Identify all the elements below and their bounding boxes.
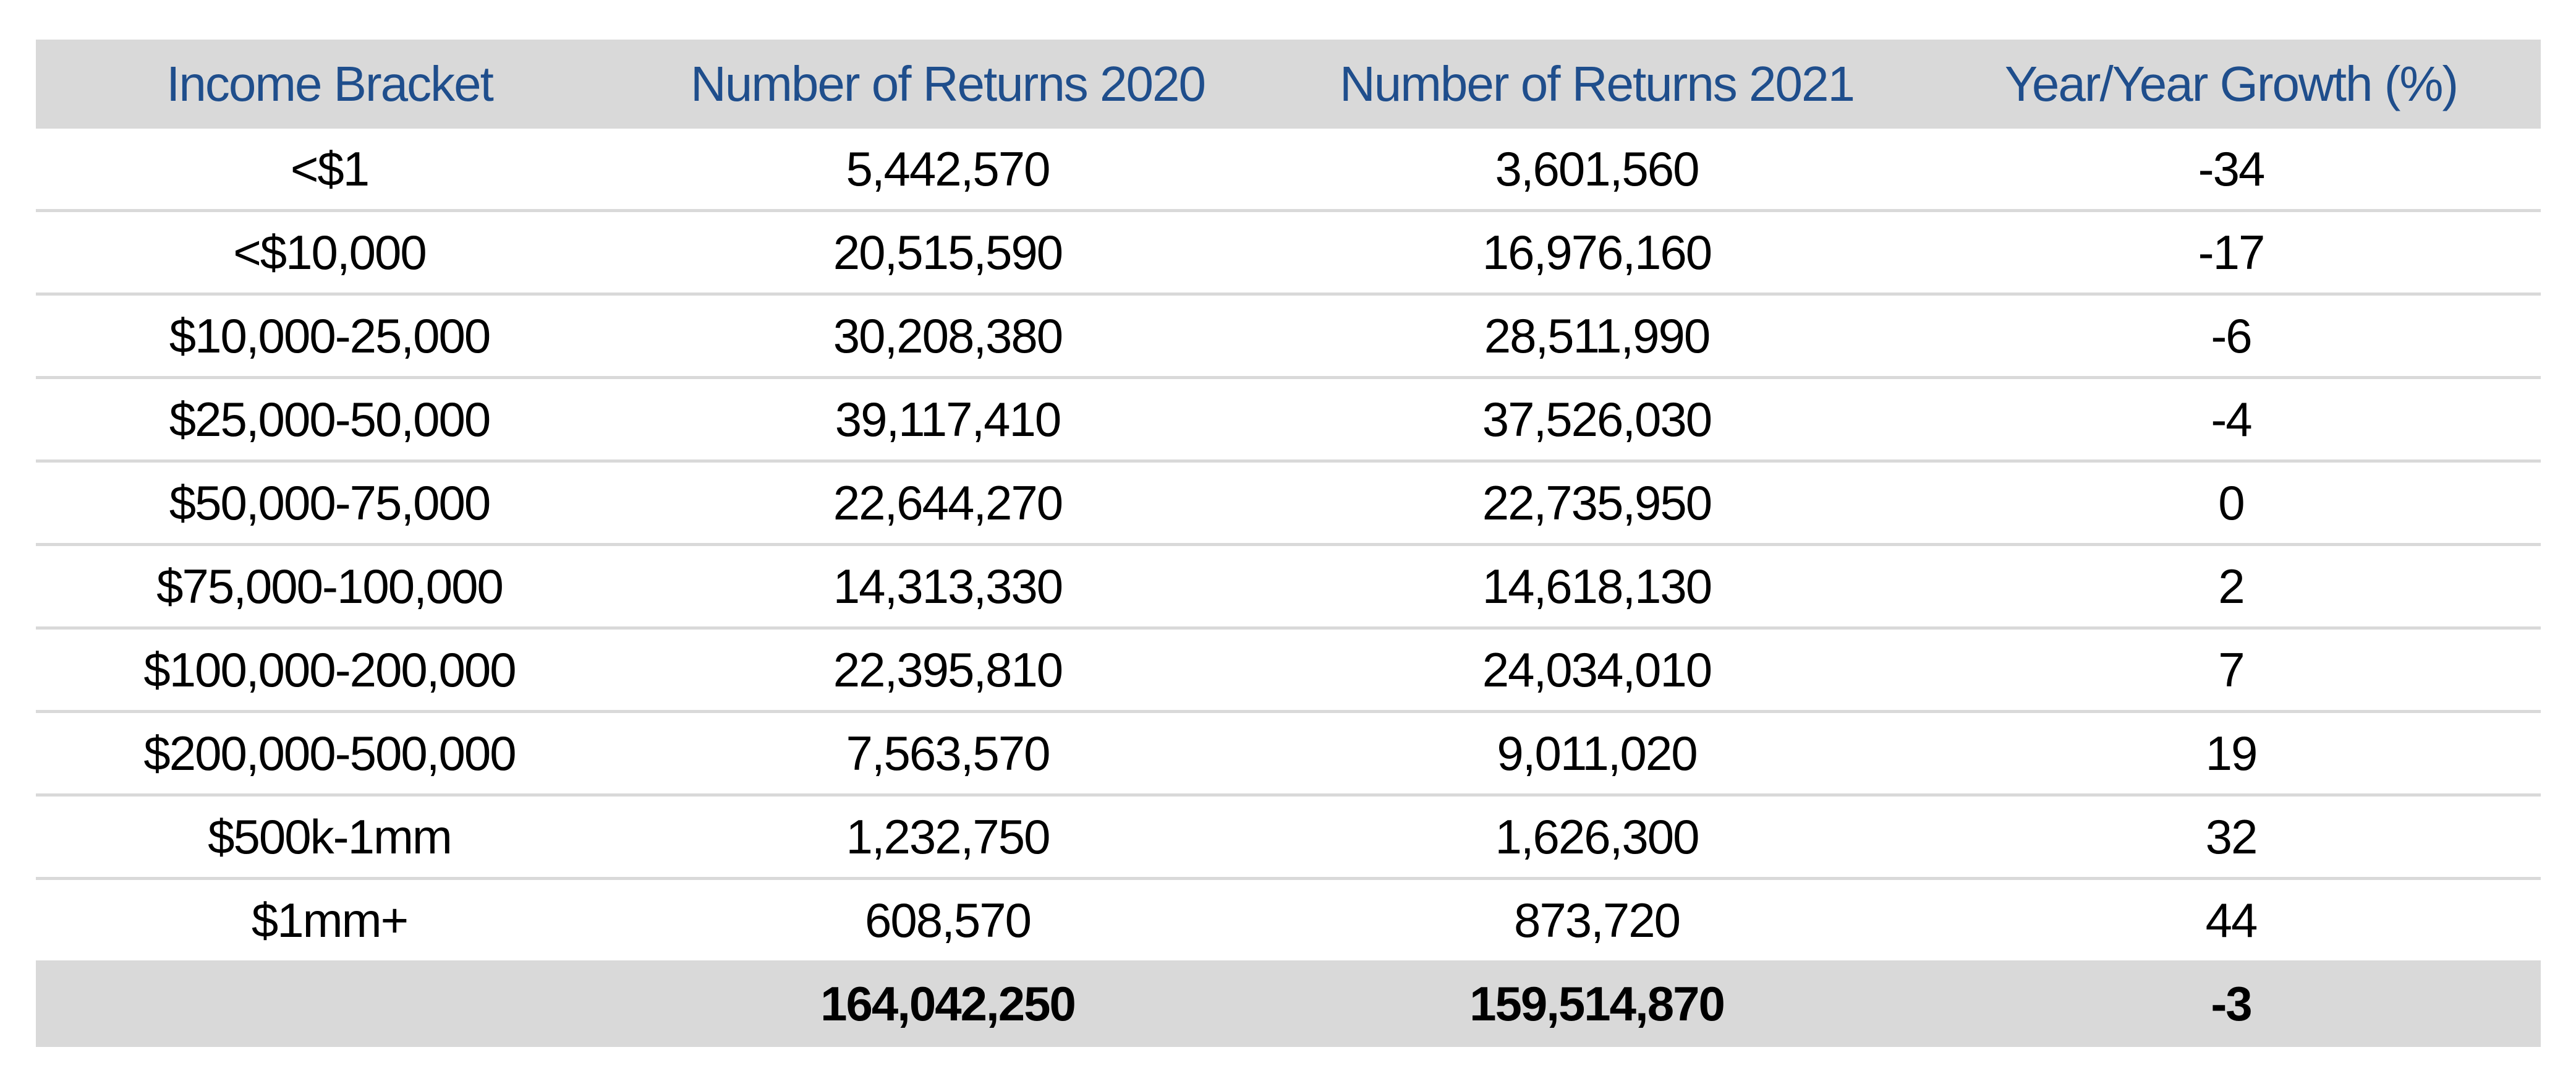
cell-returns-2020: 30,208,380 bbox=[833, 308, 1063, 363]
cell-yoy-growth: -34 bbox=[2198, 141, 2266, 196]
table-total-row: 164,042,250 159,514,870 -3 bbox=[36, 960, 2541, 1047]
cell-yoy-growth: 2 bbox=[2218, 558, 2245, 613]
table-header-row: Income Bracket Number of Returns 2020 Nu… bbox=[36, 40, 2541, 129]
header-returns-2020: Number of Returns 2020 bbox=[690, 56, 1206, 111]
table-row: $100,000-200,000 22,395,810 24,034,010 7 bbox=[36, 630, 2541, 713]
cell-returns-2020: 20,515,590 bbox=[833, 224, 1063, 280]
income-bracket-table: Income Bracket Number of Returns 2020 Nu… bbox=[36, 40, 2541, 1047]
table-row: $1mm+ 608,570 873,720 44 bbox=[36, 880, 2541, 960]
table-row: $500k-1mm 1,232,750 1,626,300 32 bbox=[36, 797, 2541, 880]
cell-income-bracket: $500k-1mm bbox=[208, 809, 453, 864]
cell-yoy-growth: 19 bbox=[2205, 725, 2258, 780]
cell-yoy-growth: 0 bbox=[2218, 475, 2245, 530]
cell-income-bracket: $10,000-25,000 bbox=[169, 308, 491, 363]
table-row: $25,000-50,000 39,117,410 37,526,030 -4 bbox=[36, 379, 2541, 463]
cell-returns-2021: 1,626,300 bbox=[1495, 809, 1699, 864]
cell-yoy-growth: -6 bbox=[2211, 308, 2252, 363]
total-yoy-growth: -3 bbox=[2211, 976, 2252, 1031]
cell-income-bracket: $25,000-50,000 bbox=[169, 391, 491, 446]
cell-returns-2021: 873,720 bbox=[1514, 892, 1681, 947]
cell-returns-2020: 14,313,330 bbox=[833, 558, 1063, 613]
table-row: <$1 5,442,570 3,601,560 -34 bbox=[36, 129, 2541, 212]
cell-income-bracket: <$10,000 bbox=[233, 224, 427, 280]
cell-returns-2021: 14,618,130 bbox=[1482, 558, 1712, 613]
cell-yoy-growth: 44 bbox=[2205, 892, 2258, 947]
cell-returns-2020: 1,232,750 bbox=[846, 809, 1050, 864]
cell-returns-2020: 22,395,810 bbox=[833, 642, 1063, 697]
cell-returns-2021: 3,601,560 bbox=[1495, 141, 1699, 196]
cell-returns-2020: 22,644,270 bbox=[833, 475, 1063, 530]
cell-returns-2021: 9,011,020 bbox=[1497, 725, 1698, 780]
total-returns-2021: 159,514,870 bbox=[1469, 976, 1725, 1031]
cell-returns-2021: 28,511,990 bbox=[1484, 308, 1711, 363]
header-yoy-growth: Year/Year Growth (%) bbox=[2004, 56, 2459, 111]
cell-income-bracket: $200,000-500,000 bbox=[143, 725, 516, 780]
header-income-bracket: Income Bracket bbox=[166, 56, 494, 111]
cell-income-bracket: <$1 bbox=[290, 141, 370, 196]
cell-returns-2021: 16,976,160 bbox=[1482, 224, 1712, 280]
table-row: <$10,000 20,515,590 16,976,160 -17 bbox=[36, 212, 2541, 296]
table-row: $50,000-75,000 22,644,270 22,735,950 0 bbox=[36, 463, 2541, 546]
cell-yoy-growth: -4 bbox=[2211, 391, 2252, 446]
cell-yoy-growth: 7 bbox=[2218, 642, 2245, 697]
total-returns-2020: 164,042,250 bbox=[820, 976, 1076, 1031]
cell-returns-2020: 608,570 bbox=[865, 892, 1032, 947]
cell-yoy-growth: -17 bbox=[2198, 224, 2266, 280]
table-row: $200,000-500,000 7,563,570 9,011,020 19 bbox=[36, 713, 2541, 797]
cell-income-bracket: $1mm+ bbox=[251, 892, 409, 947]
cell-income-bracket: $50,000-75,000 bbox=[169, 475, 491, 530]
cell-income-bracket: $100,000-200,000 bbox=[143, 642, 516, 697]
cell-income-bracket: $75,000-100,000 bbox=[156, 558, 504, 613]
header-returns-2021: Number of Returns 2021 bbox=[1339, 56, 1855, 111]
table-row: $75,000-100,000 14,313,330 14,618,130 2 bbox=[36, 546, 2541, 630]
cell-returns-2021: 22,735,950 bbox=[1482, 475, 1712, 530]
cell-yoy-growth: 32 bbox=[2205, 809, 2258, 864]
cell-returns-2020: 5,442,570 bbox=[846, 141, 1050, 196]
table-row: $10,000-25,000 30,208,380 28,511,990 -6 bbox=[36, 296, 2541, 379]
cell-returns-2021: 24,034,010 bbox=[1482, 642, 1712, 697]
cell-returns-2021: 37,526,030 bbox=[1482, 391, 1712, 446]
cell-returns-2020: 7,563,570 bbox=[846, 725, 1050, 780]
cell-returns-2020: 39,117,410 bbox=[835, 391, 1062, 446]
